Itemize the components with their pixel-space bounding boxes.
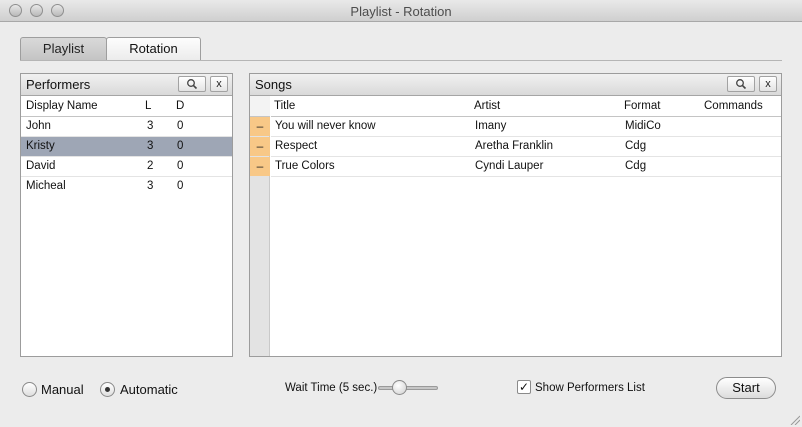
wait-time-slider-track[interactable] <box>378 386 438 390</box>
performer-name: David <box>26 160 56 172</box>
song-artist: Cyndi Lauper <box>475 160 544 172</box>
column-artist[interactable]: Artist <box>474 100 500 112</box>
automatic-radio[interactable] <box>100 382 115 397</box>
column-l[interactable]: L <box>145 100 151 112</box>
performer-l: 3 <box>147 140 154 152</box>
song-format: Cdg <box>625 160 647 172</box>
performer-l: 3 <box>147 120 154 132</box>
window-title: Playlist - Rotation <box>350 4 452 19</box>
performer-d: 0 <box>177 180 184 192</box>
performer-d: 0 <box>177 120 184 132</box>
performer-row[interactable]: John 3 0 <box>21 117 232 137</box>
performer-l: 2 <box>147 160 154 172</box>
manual-label: Manual <box>41 382 84 397</box>
performer-name: Kristy <box>26 140 55 152</box>
performers-panel: Performers x Display Name L D John 3 0 K… <box>20 73 233 357</box>
tab-divider <box>20 60 782 61</box>
magnifier-icon <box>736 79 747 90</box>
songs-title: Songs <box>255 77 292 92</box>
performers-title: Performers <box>26 77 91 92</box>
remove-song-button[interactable]: – <box>250 137 270 156</box>
songs-row-gutter: – – – <box>250 96 270 356</box>
song-title: Respect <box>275 140 318 152</box>
performer-row-selected[interactable]: Kristy 3 0 <box>21 137 232 157</box>
column-title[interactable]: Title <box>274 100 295 112</box>
song-title: True Colors <box>275 160 335 172</box>
song-row[interactable]: You will never know Imany MidiCo <box>271 117 781 137</box>
performer-d: 0 <box>177 140 184 152</box>
remove-song-button[interactable]: – <box>250 157 270 176</box>
tab-playlist[interactable]: Playlist <box>20 37 107 60</box>
gutter-header <box>250 96 270 117</box>
start-button[interactable]: Start <box>716 377 776 399</box>
wait-time-slider-knob[interactable] <box>392 380 407 395</box>
show-performers-label: Show Performers List <box>535 382 645 394</box>
column-display-name[interactable]: Display Name <box>26 100 98 112</box>
performer-name: Micheal <box>26 180 66 192</box>
song-format: Cdg <box>625 140 647 152</box>
song-artist: Imany <box>475 120 507 132</box>
performers-search-button[interactable] <box>178 76 206 92</box>
manual-radio[interactable] <box>22 382 37 397</box>
remove-song-button[interactable]: – <box>250 117 270 136</box>
song-row[interactable]: True Colors Cyndi Lauper Cdg <box>271 157 781 177</box>
magnifier-icon <box>187 79 198 90</box>
performer-l: 3 <box>147 180 154 192</box>
performer-d: 0 <box>177 160 184 172</box>
song-artist: Aretha Franklin <box>475 140 553 152</box>
radio-selected-dot <box>105 387 110 392</box>
songs-search-button[interactable] <box>727 76 755 92</box>
songs-clear-button[interactable]: x <box>759 76 777 92</box>
resize-grip-icon[interactable] <box>790 415 800 425</box>
performer-row[interactable]: David 2 0 <box>21 157 232 177</box>
column-commands[interactable]: Commands <box>704 100 763 112</box>
automatic-label: Automatic <box>120 382 178 397</box>
performers-column-header: Display Name L D <box>21 96 232 117</box>
column-format[interactable]: Format <box>624 100 660 112</box>
song-row[interactable]: Respect Aretha Franklin Cdg <box>271 137 781 157</box>
songs-header: Songs x <box>250 74 781 96</box>
songs-panel: Songs x – – – Title Artist Format Comman… <box>249 73 782 357</box>
column-d[interactable]: D <box>176 100 184 112</box>
title-bar: Playlist - Rotation <box>0 0 802 22</box>
performer-row[interactable]: Micheal 3 0 <box>21 177 232 197</box>
song-format: MidiCo <box>625 120 661 132</box>
show-performers-checkbox[interactable]: ✓ <box>517 380 531 394</box>
performers-clear-button[interactable]: x <box>210 76 228 92</box>
performers-header: Performers x <box>21 74 232 96</box>
tab-rotation[interactable]: Rotation <box>106 37 201 60</box>
song-title: You will never know <box>275 120 376 132</box>
songs-column-header: Title Artist Format Commands <box>271 96 781 117</box>
wait-time-label: Wait Time (5 sec.) <box>285 382 378 394</box>
performer-name: John <box>26 120 51 132</box>
